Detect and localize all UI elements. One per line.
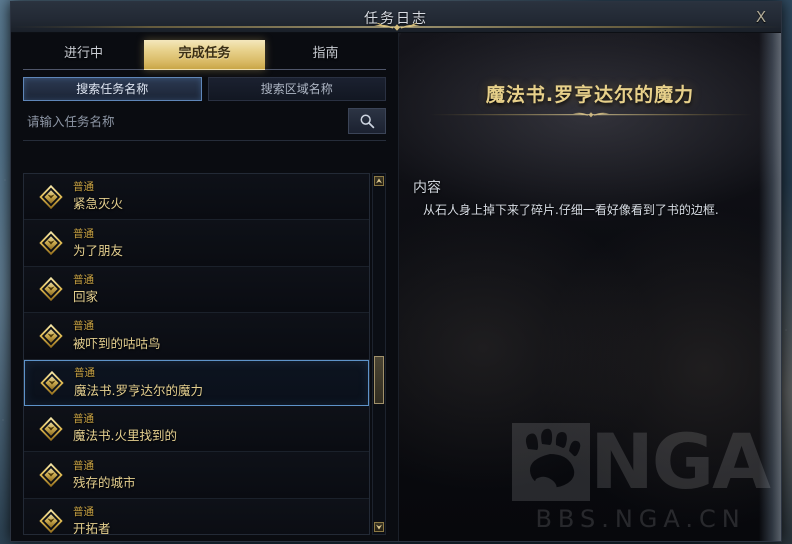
search-input[interactable] [23,107,348,135]
quest-name: 残存的城市 [73,474,136,490]
search-mode-toggles: 搜索任务名称 搜索区域名称 [23,77,386,101]
quest-list-item[interactable]: 普通魔法书.火里找到的 [24,405,369,453]
quest-list-item[interactable]: 普通 为了朋友 [24,220,369,267]
quest-name: 为了朋友 [73,242,124,258]
search-divider [23,140,386,141]
quest-name: 紧急灭火 [73,196,124,212]
quest-text-block: 普通 为了朋友 [73,228,123,259]
tab-bar: 进行中 完成任务 指南 [23,40,386,70]
window-body: 进行中 完成任务 指南 搜索任务名称 搜索区域名称 请输入任务名称 普通 紧急灭… [11,33,781,541]
quest-list-item[interactable]: 普通 被吓到的咕咕鸟 [24,313,369,360]
quest-name: 魔法书.火里找到的 [73,428,177,444]
quest-grade: 普通 [73,320,94,333]
quest-name: 被吓到的咕咕鸟 [73,335,161,351]
quest-grade: 普通 [73,459,94,472]
scroll-down-button[interactable] [374,522,384,532]
quest-grade: 普通 [73,506,94,519]
quest-list-scrollbar[interactable] [372,173,386,535]
search-button[interactable] [348,108,386,134]
scrollbar-thumb[interactable] [374,356,384,404]
quest-detail-panel: 魔法书.罗亨达尔的魔力 内容 从石人身上掉下来了碎片.仔细一看好像看到了书的边框… [399,33,781,541]
quest-log-window: 任务日志 X 进行中 完成任务 指南 搜索任务名称 搜索区域名称 请输入任务名称… [10,1,783,542]
quest-name: 回家 [73,289,99,305]
quest-list[interactable]: 普通 紧急灭火 普通 为了朋友 普通 回家 普通 被吓到的咕咕鸟 普通 魔法书.罗亨达尔的魔力 普通… [23,173,370,535]
detail-title-ornament-icon [429,112,753,118]
quest-diamond-icon [39,323,63,348]
quest-diamond-icon [39,462,63,488]
quest-text-block: 普通魔法书.火里找到的 [73,413,177,444]
detail-title: 魔法书.罗亨达尔的魔力 [485,84,695,106]
arrow-down-icon [376,524,382,530]
quest-list-item[interactable]: 普通 紧急灭火 [24,174,369,221]
detail-section-label: 内容 [413,180,441,196]
quest-name: 开拓者 [73,521,111,535]
quest-diamond-icon [39,230,63,256]
quest-diamond-icon [39,416,63,441]
quest-diamond-icon [39,509,63,534]
scroll-up-button[interactable] [374,176,384,186]
quest-text-block: 普通 紧急灭火 [73,181,123,212]
tab-in-progress[interactable]: 进行中 [23,40,144,70]
quest-text-block: 普通 回家 [73,274,98,305]
quest-name: 魔法书.罗亨达尔的魔力 [74,382,203,398]
quest-diamond-icon [40,370,64,395]
quest-list-item[interactable]: 普通 开拓者 [24,498,369,535]
quest-grade: 普通 [73,227,94,240]
close-icon[interactable]: X [751,7,771,27]
window-title-bar: 任务日志 X [11,2,783,33]
toggle-search-by-region-name[interactable]: 搜索区域名称 [207,77,386,101]
quest-grade: 普通 [73,274,94,287]
arrow-up-icon [376,178,382,184]
tab-guide[interactable]: 指南 [265,40,386,70]
quest-list-item[interactable]: 普通 回家 [24,266,369,314]
toggle-search-by-quest-name[interactable]: 搜索任务名称 [23,77,202,101]
left-panel: 进行中 完成任务 指南 搜索任务名称 搜索区域名称 请输入任务名称 普通 紧急灭… [11,33,399,541]
quest-list-item[interactable]: 普通 残存的城市 [24,452,369,499]
quest-text-block: 普通 残存的城市 [73,460,136,491]
tab-completed[interactable]: 完成任务 [144,40,265,70]
detail-description: 从石人身上掉下来了碎片.仔细一看好像看到了书的边框. [423,203,719,217]
quest-text-block: 普通魔法书.罗亨达尔的魔力 [74,367,203,398]
screen-root: 任务日志 X 进行中 完成任务 指南 搜索任务名称 搜索区域名称 请输入任务名称… [0,0,792,544]
quest-grade: 普通 [73,181,94,194]
search-icon [360,114,375,129]
page-title: 任务日志 [364,11,428,27]
quest-grade: 普通 [74,367,95,380]
quest-text-block: 普通 被吓到的咕咕鸟 [73,320,161,351]
quest-grade: 普通 [73,413,94,426]
quest-text-block: 普通 开拓者 [73,506,111,535]
search-row [23,107,386,135]
quest-diamond-icon [39,184,63,209]
quest-list-item[interactable]: 普通魔法书.罗亨达尔的魔力 [24,359,369,406]
quest-diamond-icon [39,277,63,302]
quest-list-area: 普通 紧急灭火 普通 为了朋友 普通 回家 普通 被吓到的咕咕鸟 普通 魔法书.罗亨达尔的魔力 普通… [23,173,386,535]
